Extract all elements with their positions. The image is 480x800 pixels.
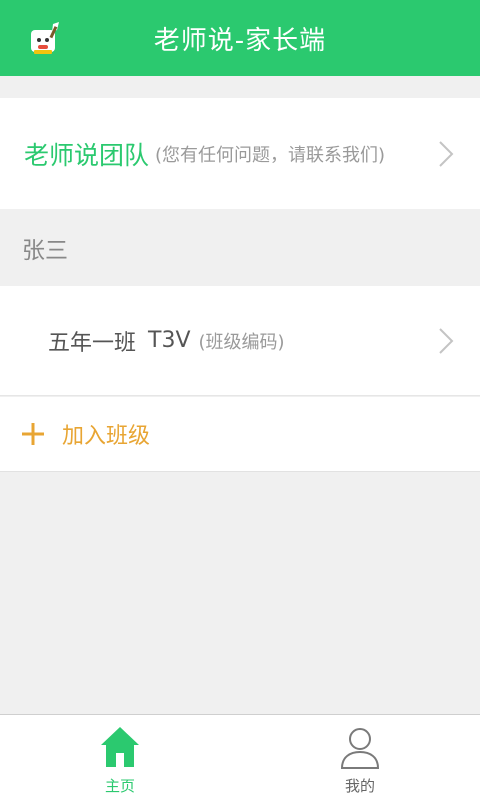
student-section-header: 张三: [0, 210, 480, 285]
nav-label-home: 主页: [104, 777, 135, 795]
home-icon: [101, 727, 139, 767]
nav-label-profile: 我的: [344, 777, 375, 795]
page-title: 老师说-家长端: [153, 25, 327, 56]
mascot-logo-icon: [31, 22, 59, 54]
app-root: 老师说-家长端 老师说团队 (您有任何问题，请联系我们) 张三 五年一班 T3V…: [0, 0, 480, 800]
chevron-right-icon: [439, 140, 454, 167]
bottom-navigation: 主页 我的: [0, 714, 480, 800]
class-list-item[interactable]: 五年一班 T3V (班级编码): [0, 286, 480, 396]
app-header: 老师说-家长端: [0, 0, 480, 76]
class-name: 五年一班: [48, 330, 137, 356]
join-class-button[interactable]: 加入班级: [0, 397, 480, 472]
chevron-right-icon: [439, 327, 454, 354]
class-code-label: (班级编码): [198, 331, 285, 353]
class-code: T3V: [148, 328, 191, 353]
team-contact-row[interactable]: 老师说团队 (您有任何问题，请联系我们): [0, 98, 480, 209]
nav-item-home[interactable]: 主页: [0, 715, 240, 800]
team-name: 老师说团队: [24, 140, 150, 170]
user-icon: [340, 728, 380, 769]
plus-icon: [22, 423, 44, 445]
team-subtitle: (您有任何问题，请联系我们): [155, 144, 386, 166]
join-class-label: 加入班级: [62, 424, 151, 449]
nav-item-profile[interactable]: 我的: [240, 715, 480, 800]
student-name: 张三: [22, 237, 68, 264]
